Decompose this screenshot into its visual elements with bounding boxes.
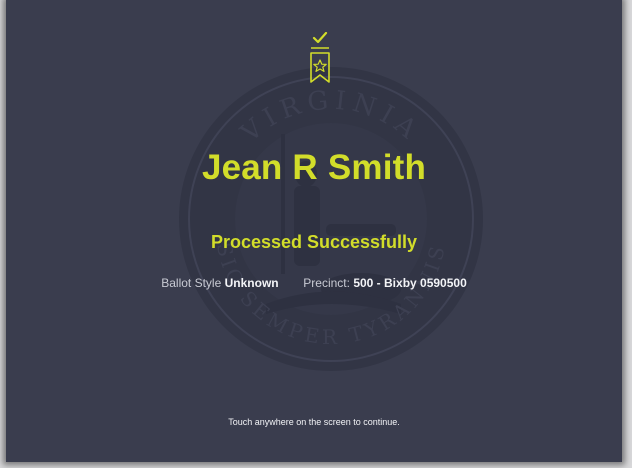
precinct-value: 500 - Bixby 0590500 [353, 276, 467, 290]
virginia-seal-watermark: VIRGINIA SIC SEMPER TYRANNIS [179, 67, 483, 371]
ballot-style-value: Unknown [224, 276, 279, 290]
ballot-style-label: Ballot Style [161, 276, 222, 290]
status-message: Processed Successfully [210, 232, 418, 252]
ballot-info-row: Ballot Style Unknown Precinct: 500 - Bix… [6, 276, 622, 290]
voter-name: Jean R Smith [201, 148, 427, 187]
confirmation-screen: VIRGINIA SIC SEMPER TYRANNIS Jean R Smit… [6, 0, 622, 462]
precinct-label: Precinct: [303, 276, 350, 290]
bookmark-star-check-icon [310, 32, 330, 83]
continue-hint: Touch anywhere on the screen to continue… [228, 417, 400, 427]
